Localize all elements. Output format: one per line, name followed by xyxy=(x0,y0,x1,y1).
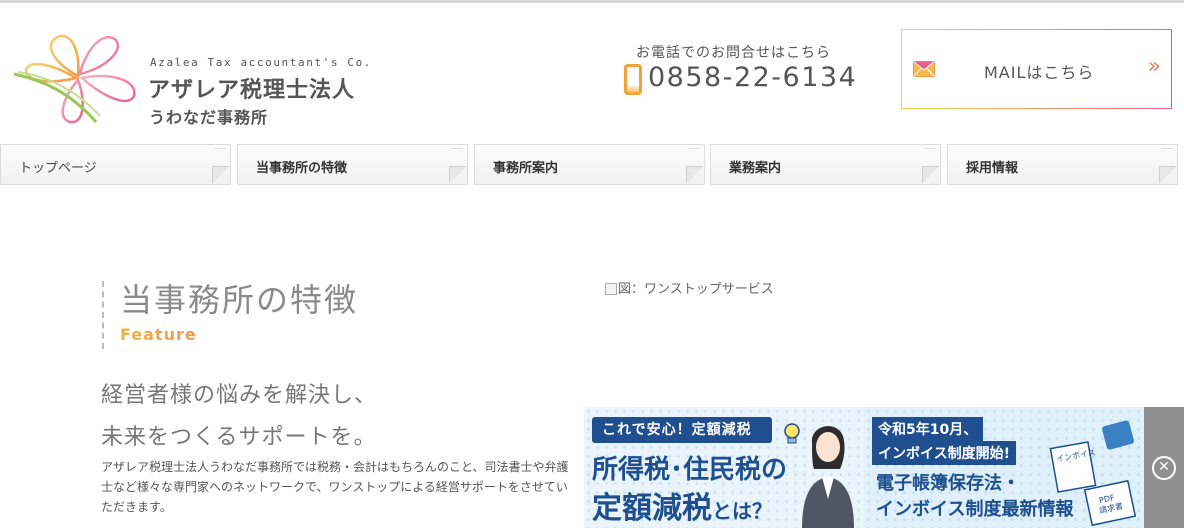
logo-company-name: アザレア税理士法人 xyxy=(148,78,356,103)
site-logo[interactable]: Azalea Tax accountant's Co. アザレア税理士法人 うわ… xyxy=(12,22,402,132)
ad-headline-main: 定額減税 xyxy=(592,491,712,526)
nav-divider xyxy=(214,148,226,149)
page-curl-icon xyxy=(1159,166,1176,183)
azalea-flower-icon xyxy=(13,34,136,124)
logo-office-name: うわなだ事務所 xyxy=(149,108,269,127)
ad-right-line1: 電子帳簿保存法・ xyxy=(876,473,1020,494)
nav-divider xyxy=(924,148,936,149)
page-curl-icon xyxy=(449,166,466,183)
ad-banner[interactable]: これで安心！定額減税 所得税･住民税の 定額減税とは？ 令和5年10月、 インボ… xyxy=(584,407,1184,528)
envelope-icon xyxy=(913,61,935,77)
global-nav: トップページ 当事務所の特徴 事務所案内 業務案内 採用情報 xyxy=(0,144,1184,185)
nav-item-label: 当事務所の特徴 xyxy=(256,161,348,176)
nav-divider xyxy=(688,148,700,149)
section-title: 当事務所の特徴 xyxy=(120,281,359,319)
mail-contact-button[interactable]: MAILはこちら » xyxy=(901,29,1172,109)
nav-item-office[interactable]: 事務所案内 xyxy=(474,144,705,185)
broken-image-icon xyxy=(605,283,617,295)
feature-description: アザレア税理士法人うわなだ事務所では税務・会計はもちろんのこと、司法書士や弁護士… xyxy=(101,460,569,514)
phone-number-link[interactable]: 0858-22-6134 xyxy=(648,62,857,93)
lead-text-line2: 未来をつくるサポートを。 xyxy=(101,425,377,450)
double-chevron-right-icon: » xyxy=(1147,54,1161,79)
nav-item-features[interactable]: 当事務所の特徴 xyxy=(237,144,468,185)
section-subtitle: Feature xyxy=(120,325,358,344)
ad-panel-tax-reduction[interactable]: これで安心！定額減税 所得税･住民税の 定額減税とは？ xyxy=(584,407,864,528)
section-heading: 当事務所の特徴 Feature xyxy=(102,281,358,349)
nav-item-label: トップページ xyxy=(19,161,97,176)
smartphone-icon xyxy=(624,64,642,95)
lead-text-line1: 経営者様の悩みを解決し、 xyxy=(101,383,378,408)
nav-item-recruit[interactable]: 採用情報 xyxy=(947,144,1178,185)
nav-divider xyxy=(451,148,463,149)
phone-label: お電話でのお問合せはこちら xyxy=(636,45,831,61)
top-border xyxy=(0,0,1184,3)
logo-english-name: Azalea Tax accountant's Co. xyxy=(150,56,373,69)
ad-headline-tail: とは？ xyxy=(712,499,772,523)
nav-item-label: 業務案内 xyxy=(729,161,782,176)
ad-tag-date: 令和5年10月、 xyxy=(872,417,984,441)
nav-item-label: 事務所案内 xyxy=(493,161,559,176)
nav-item-label: 採用情報 xyxy=(966,161,1019,176)
image-alt-text: 図：ワンストップサービス xyxy=(618,282,774,297)
page-curl-icon xyxy=(922,166,939,183)
one-stop-service-image: 図：ワンストップサービス xyxy=(605,278,774,297)
close-icon[interactable]: ✕ xyxy=(1152,456,1176,480)
page-curl-icon xyxy=(686,166,703,183)
nav-divider xyxy=(1161,148,1173,149)
mail-button-label: MAILはこちら xyxy=(984,63,1095,82)
documents-folder-illustration: インボイス PDF 請求書 xyxy=(1049,420,1137,527)
ad-headline: 所得税･住民税の xyxy=(592,455,788,485)
page-curl-icon xyxy=(212,166,229,183)
nav-item-top[interactable]: トップページ xyxy=(0,144,231,185)
businesswoman-illustration xyxy=(802,426,854,528)
ad-pill-label: これで安心！定額減税 xyxy=(592,417,772,443)
ad-close-strip: ✕ xyxy=(1144,407,1184,528)
nav-item-services[interactable]: 業務案内 xyxy=(710,144,941,185)
ad-tag-invoice: インボイス制度開始! xyxy=(872,441,1016,465)
ad-panel-invoice[interactable]: 令和5年10月、 インボイス制度開始! 電子帳簿保存法・ インボイス制度最新情報… xyxy=(864,407,1144,528)
ad-right-line2: インボイス制度最新情報 xyxy=(876,499,1074,520)
ad-headline-2: 定額減税とは？ xyxy=(592,483,772,527)
